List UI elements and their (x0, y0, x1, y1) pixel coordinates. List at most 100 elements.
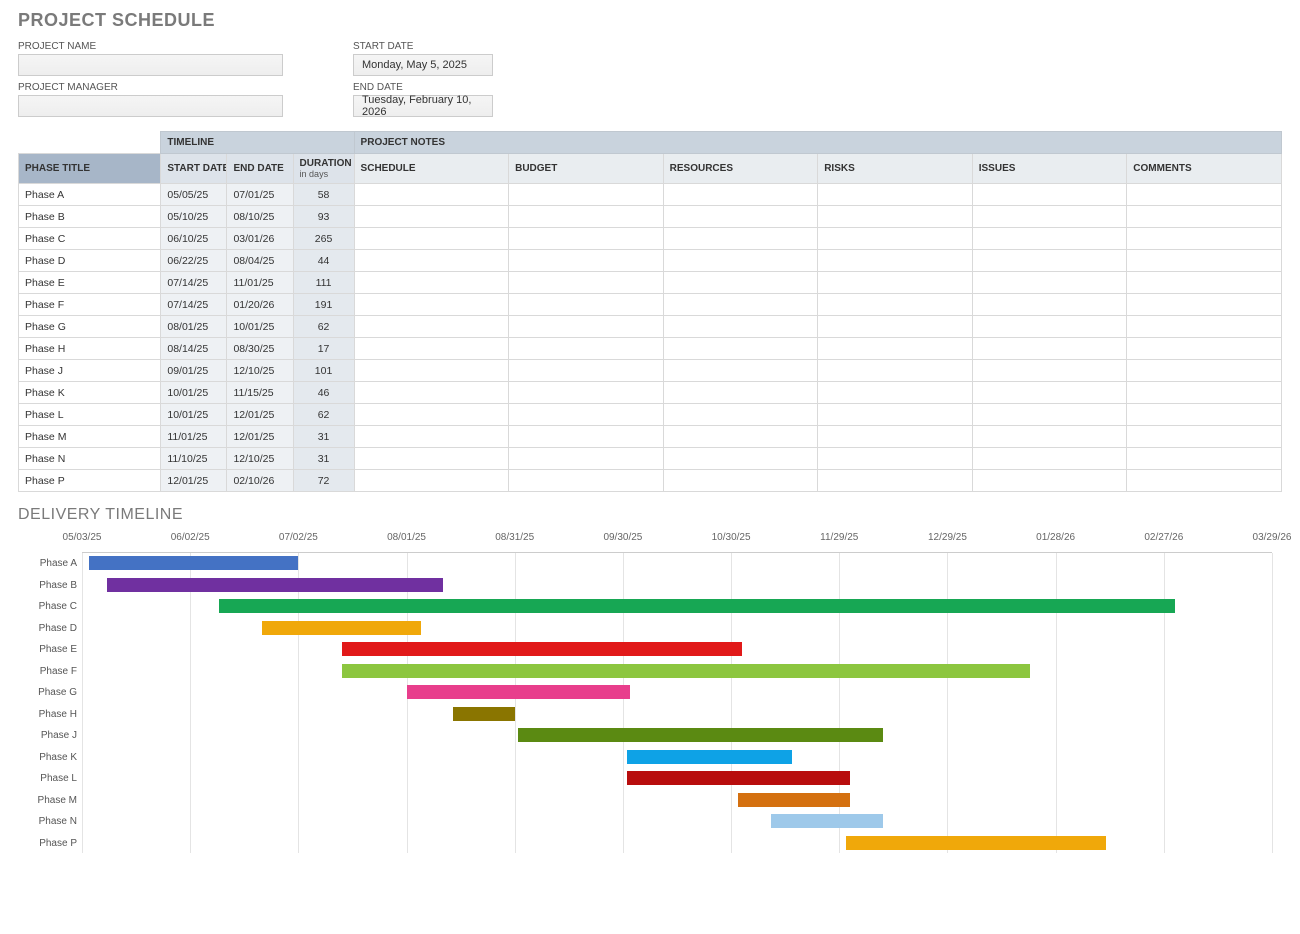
cell-start[interactable]: 07/14/25 (161, 272, 227, 294)
cell-budget[interactable] (509, 250, 664, 272)
cell-budget[interactable] (509, 184, 664, 206)
cell-issues[interactable] (972, 426, 1127, 448)
cell-budget[interactable] (509, 338, 664, 360)
cell-issues[interactable] (972, 206, 1127, 228)
cell-issues[interactable] (972, 316, 1127, 338)
cell-phase[interactable]: Phase A (19, 184, 161, 206)
cell-risks[interactable] (818, 338, 973, 360)
cell-end[interactable]: 07/01/25 (227, 184, 293, 206)
cell-phase[interactable]: Phase F (19, 294, 161, 316)
cell-budget[interactable] (509, 316, 664, 338)
cell-duration[interactable]: 62 (293, 404, 354, 426)
cell-risks[interactable] (818, 250, 973, 272)
project-manager-field[interactable] (18, 95, 283, 117)
cell-phase[interactable]: Phase P (19, 470, 161, 492)
cell-issues[interactable] (972, 382, 1127, 404)
cell-resources[interactable] (663, 316, 818, 338)
cell-comments[interactable] (1127, 426, 1282, 448)
cell-start[interactable]: 11/10/25 (161, 448, 227, 470)
cell-start[interactable]: 05/10/25 (161, 206, 227, 228)
cell-comments[interactable] (1127, 206, 1282, 228)
cell-comments[interactable] (1127, 294, 1282, 316)
cell-issues[interactable] (972, 272, 1127, 294)
cell-resources[interactable] (663, 470, 818, 492)
cell-budget[interactable] (509, 404, 664, 426)
cell-end[interactable]: 12/10/25 (227, 360, 293, 382)
cell-issues[interactable] (972, 338, 1127, 360)
cell-schedule[interactable] (354, 338, 509, 360)
cell-budget[interactable] (509, 272, 664, 294)
cell-comments[interactable] (1127, 448, 1282, 470)
cell-start[interactable]: 09/01/25 (161, 360, 227, 382)
cell-duration[interactable]: 72 (293, 470, 354, 492)
cell-start[interactable]: 08/01/25 (161, 316, 227, 338)
cell-duration[interactable]: 17 (293, 338, 354, 360)
project-name-field[interactable] (18, 54, 283, 76)
cell-end[interactable]: 12/01/25 (227, 404, 293, 426)
cell-duration[interactable]: 62 (293, 316, 354, 338)
cell-comments[interactable] (1127, 272, 1282, 294)
cell-comments[interactable] (1127, 360, 1282, 382)
cell-start[interactable]: 10/01/25 (161, 404, 227, 426)
cell-end[interactable]: 10/01/25 (227, 316, 293, 338)
cell-schedule[interactable] (354, 228, 509, 250)
cell-risks[interactable] (818, 404, 973, 426)
cell-resources[interactable] (663, 360, 818, 382)
cell-budget[interactable] (509, 470, 664, 492)
cell-phase[interactable]: Phase B (19, 206, 161, 228)
cell-resources[interactable] (663, 272, 818, 294)
cell-resources[interactable] (663, 338, 818, 360)
cell-duration[interactable]: 44 (293, 250, 354, 272)
cell-resources[interactable] (663, 206, 818, 228)
cell-schedule[interactable] (354, 316, 509, 338)
cell-duration[interactable]: 93 (293, 206, 354, 228)
cell-resources[interactable] (663, 228, 818, 250)
cell-issues[interactable] (972, 470, 1127, 492)
cell-resources[interactable] (663, 250, 818, 272)
cell-resources[interactable] (663, 448, 818, 470)
cell-end[interactable]: 08/04/25 (227, 250, 293, 272)
cell-issues[interactable] (972, 360, 1127, 382)
cell-budget[interactable] (509, 206, 664, 228)
cell-phase[interactable]: Phase G (19, 316, 161, 338)
cell-budget[interactable] (509, 228, 664, 250)
cell-comments[interactable] (1127, 404, 1282, 426)
cell-phase[interactable]: Phase M (19, 426, 161, 448)
cell-start[interactable]: 05/05/25 (161, 184, 227, 206)
cell-schedule[interactable] (354, 272, 509, 294)
cell-risks[interactable] (818, 272, 973, 294)
cell-comments[interactable] (1127, 228, 1282, 250)
cell-phase[interactable]: Phase C (19, 228, 161, 250)
cell-budget[interactable] (509, 360, 664, 382)
cell-comments[interactable] (1127, 338, 1282, 360)
cell-start[interactable]: 12/01/25 (161, 470, 227, 492)
cell-start[interactable]: 08/14/25 (161, 338, 227, 360)
cell-risks[interactable] (818, 316, 973, 338)
cell-duration[interactable]: 31 (293, 448, 354, 470)
cell-schedule[interactable] (354, 206, 509, 228)
cell-end[interactable]: 11/01/25 (227, 272, 293, 294)
cell-duration[interactable]: 31 (293, 426, 354, 448)
cell-duration[interactable]: 46 (293, 382, 354, 404)
cell-risks[interactable] (818, 360, 973, 382)
cell-issues[interactable] (972, 184, 1127, 206)
cell-budget[interactable] (509, 294, 664, 316)
cell-start[interactable]: 06/22/25 (161, 250, 227, 272)
cell-end[interactable]: 12/01/25 (227, 426, 293, 448)
cell-phase[interactable]: Phase J (19, 360, 161, 382)
cell-start[interactable]: 07/14/25 (161, 294, 227, 316)
cell-risks[interactable] (818, 448, 973, 470)
cell-schedule[interactable] (354, 382, 509, 404)
cell-schedule[interactable] (354, 448, 509, 470)
cell-comments[interactable] (1127, 470, 1282, 492)
cell-schedule[interactable] (354, 426, 509, 448)
cell-duration[interactable]: 58 (293, 184, 354, 206)
cell-start[interactable]: 10/01/25 (161, 382, 227, 404)
cell-end[interactable]: 11/15/25 (227, 382, 293, 404)
cell-schedule[interactable] (354, 294, 509, 316)
cell-comments[interactable] (1127, 382, 1282, 404)
cell-issues[interactable] (972, 448, 1127, 470)
cell-schedule[interactable] (354, 250, 509, 272)
cell-start[interactable]: 06/10/25 (161, 228, 227, 250)
cell-risks[interactable] (818, 470, 973, 492)
